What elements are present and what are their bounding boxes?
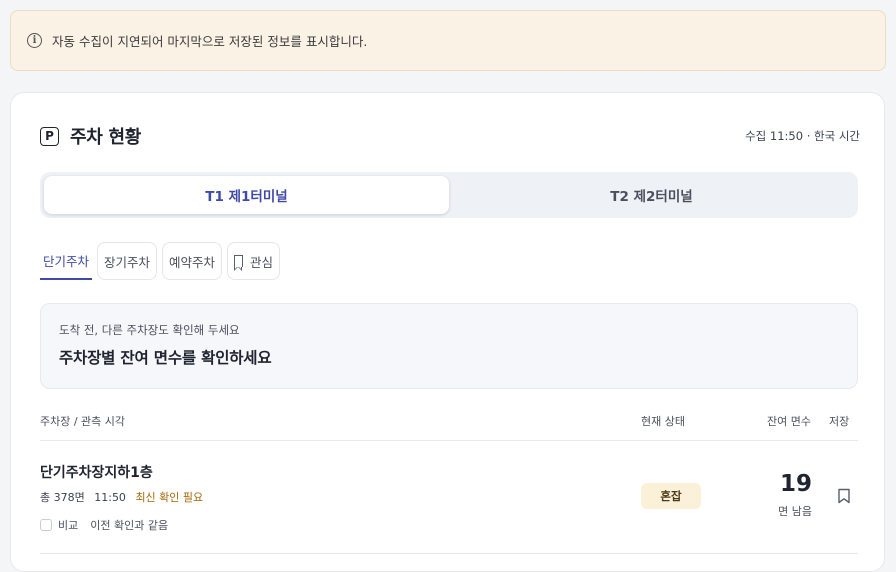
tab-reserved[interactable]: 예약주차 (162, 242, 223, 280)
bookmark-icon[interactable] (837, 488, 851, 504)
lot-name: 단기주차장지하1층 (40, 465, 153, 481)
delay-notice: i 자동 수집이 지연되어 마지막으로 저장된 정보를 표시합니다. (10, 10, 886, 71)
parking-status-card: P 주차 현황 수집 11:50 · 한국 시간 T1 제1터미널 T2 제2터… (10, 92, 885, 572)
tab-label: 장기주차 (104, 254, 151, 270)
column-header-save: 저장 (829, 415, 850, 428)
table-row[interactable]: 단기주차장지하1층 총 378면 11:50 최신 확인 필요 비교 이전 확인… (40, 442, 858, 554)
remaining-unit: 면 남음 (778, 505, 812, 518)
table-header: 주차장 / 관측 시각 현재 상태 잔여 면수 저장 (40, 411, 858, 441)
bookmark-icon (233, 255, 244, 271)
stale-warning: 최신 확인 필요 (135, 491, 204, 504)
column-header-lot: 주차장 / 관측 시각 (40, 415, 126, 428)
info-icon: i (27, 33, 42, 48)
banner-title: 주차장별 잔여 면수를 확인하세요 (59, 349, 272, 367)
lot-time: 11:50 (94, 491, 126, 504)
column-header-remaining: 잔여 면수 (767, 415, 811, 428)
lot-total: 총 378면 (40, 491, 85, 504)
info-banner: 도착 전, 다른 주차장도 확인해 두세요 주차장별 잔여 면수를 확인하세요 (40, 303, 858, 389)
tab-label: 단기주차 (43, 253, 90, 269)
notice-text: 자동 수집이 지연되어 마지막으로 저장된 정보를 표시합니다. (52, 34, 368, 49)
tab-label: 관심 (250, 254, 274, 270)
terminal-t1-button[interactable]: T1 제1터미널 (44, 176, 449, 214)
status-badge: 혼잡 (641, 483, 701, 509)
remaining-count: 19 (779, 471, 812, 497)
terminal-switch: T1 제1터미널 T2 제2터미널 (40, 172, 858, 218)
tab-long-term[interactable]: 장기주차 (97, 242, 158, 280)
tab-favorites[interactable]: 관심 (227, 242, 281, 280)
compare-label: 비교 (58, 519, 79, 532)
tab-short-term[interactable]: 단기주차 (40, 242, 93, 280)
collection-time: 수집 11:50 · 한국 시간 (745, 129, 860, 143)
compare-control[interactable]: 비교 이전 확인과 같음 (40, 517, 168, 533)
compare-note: 이전 확인과 같음 (90, 519, 169, 532)
compare-checkbox[interactable] (40, 519, 52, 531)
banner-subtitle: 도착 전, 다른 주차장도 확인해 두세요 (59, 323, 240, 337)
page-title: 주차 현황 (70, 127, 142, 148)
lot-details: 총 378면 11:50 최신 확인 필요 (40, 489, 203, 505)
column-header-status: 현재 상태 (641, 415, 685, 428)
card-header: P 주차 현황 수집 11:50 · 한국 시간 (40, 123, 860, 149)
parking-type-tabs: 단기주차 장기주차 예약주차 관심 (40, 242, 281, 280)
terminal-t2-button[interactable]: T2 제2터미널 (449, 176, 854, 214)
parking-icon: P (40, 126, 59, 146)
tab-label: 예약주차 (169, 254, 216, 270)
